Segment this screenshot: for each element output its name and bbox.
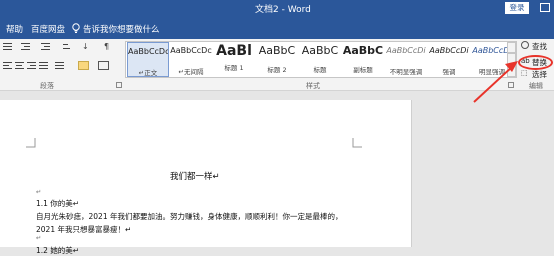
ribbon: ↓ ¶ AaBbCcDc ↵正文 AaBbCcDc ↵无间隔 AaBl 标题 1… [0,39,554,91]
decrease-indent-icon[interactable] [20,42,31,51]
style-subtle-emphasis[interactable]: AaBbCcDi 不明显强调 [385,42,427,77]
document-line: 自月光朱砂痣，2021 年我们都要加油。努力赚钱，身体健康，顺顺利利！你一定是最… [36,212,343,221]
lightbulb-icon [72,23,80,33]
tab-help[interactable]: 帮助 [6,23,23,35]
paragraph-group-label: 段落 [40,82,54,90]
document-line: 2021 年我只想暴富暴瘦！↵ [36,225,132,234]
tab-baidu-netdisk[interactable]: 百度网盘 [31,23,65,35]
paragraph-dialog-launcher[interactable] [116,82,122,88]
styles-dialog-launcher[interactable] [508,82,514,88]
styles-gallery: AaBbCcDc ↵正文 AaBbCcDc ↵无间隔 AaBl 标题 1 AaB… [125,41,517,78]
show-marks-icon[interactable]: ¶ [104,42,115,51]
gallery-scroll-down[interactable] [507,53,516,65]
style-heading-1[interactable]: AaBl 标题 1 [213,42,255,77]
style-no-spacing[interactable]: AaBbCcDc ↵无间隔 [170,42,212,77]
find-button[interactable]: 查找 [532,41,547,52]
justify-icon[interactable] [38,61,49,70]
style-heading-2[interactable]: AaBbC 标题 2 [256,42,298,77]
select-button[interactable]: 选择 [532,69,547,80]
document-page[interactable]: 我们都一样↵ ↵ 1.1 你的美↵ 自月光朱砂痣，2021 年我们都要加油。努力… [0,100,412,255]
window-title: 文档2 - Word [255,5,311,15]
replace-highlight-circle [518,55,553,70]
multilevel-list-icon[interactable] [2,42,13,51]
style-subtitle[interactable]: AaBbC 副标题 [342,42,384,77]
sort-icon[interactable]: ↓ [82,42,93,51]
gallery-more-button[interactable] [507,65,516,77]
align-center-icon[interactable] [14,61,25,70]
align-left-icon[interactable] [2,61,13,70]
shading-icon[interactable] [78,61,89,70]
title-bar: 文档2 - Word 登录 [0,0,554,18]
align-right-icon[interactable] [26,61,37,70]
style-title[interactable]: AaBbC 标题 [299,42,341,77]
chinese-layout-icon[interactable] [62,42,73,51]
ribbon-tab-row: 帮助 百度网盘 告诉我你想要做什么 [0,18,554,39]
tell-me-search[interactable]: 告诉我你想要做什么 [83,23,160,35]
styles-group-label: 样式 [306,82,320,90]
margin-corner-top-right [352,138,362,148]
paragraph-mark: ↵ [36,234,42,242]
document-area: 我们都一样↵ ↵ 1.1 你的美↵ 自月光朱砂痣，2021 年我们都要加油。努力… [0,91,554,255]
ribbon-display-options-icon[interactable] [540,3,550,12]
select-icon: ⬚ [521,69,528,77]
style-emphasis[interactable]: AaBbCcDi 强调 [428,42,470,77]
borders-icon[interactable] [98,61,109,70]
line-spacing-icon[interactable] [54,61,65,70]
document-line: 1.1 你的美↵ [36,199,80,208]
find-icon [521,41,529,49]
gallery-scroll-up[interactable] [507,42,516,53]
paragraph-mark: ↵ [36,188,42,196]
increase-indent-icon[interactable] [40,42,51,51]
document-heading: 我们都一样↵ [170,172,220,182]
style-normal[interactable]: AaBbCcDc ↵正文 [127,42,169,77]
margin-corner-top-left [26,138,36,148]
login-button[interactable]: 登录 [505,2,529,14]
editing-group-label: 编辑 [529,82,543,90]
